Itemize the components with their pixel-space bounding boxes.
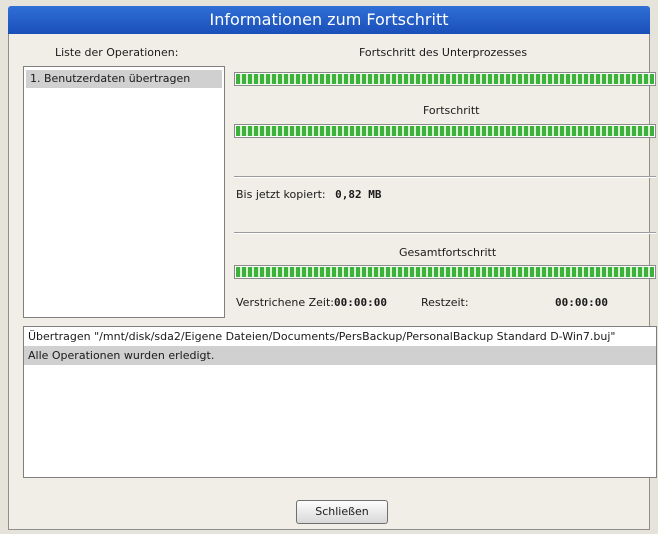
progress-fill	[236, 126, 654, 136]
operation-item[interactable]: 1. Benutzerdaten übertragen	[26, 70, 222, 88]
elapsed-time: Verstrichene Zeit:00:00:00	[236, 296, 387, 309]
remaining-value: 00:00:00	[555, 296, 608, 309]
subprocess-progress-bar	[234, 72, 656, 86]
subprocess-progress-fill	[236, 74, 654, 84]
close-button[interactable]: Schließen	[296, 500, 388, 524]
log-line[interactable]: Übertragen "/mnt/disk/sda2/Eigene Dateie…	[24, 327, 656, 346]
log-list[interactable]: Übertragen "/mnt/disk/sda2/Eigene Dateie…	[23, 326, 657, 478]
elapsed-value: 00:00:00	[334, 296, 387, 309]
copied-value: 0,82 MB	[335, 188, 382, 201]
total-progress-bar	[234, 265, 656, 279]
window-title: Informationen zum Fortschritt	[8, 6, 650, 34]
progress-dialog: Liste der Operationen: 1. Benutzerdaten …	[8, 34, 657, 530]
remaining-label: Restzeit:	[421, 296, 469, 309]
elapsed-label: Verstrichene Zeit:	[236, 296, 334, 309]
operations-list[interactable]: 1. Benutzerdaten übertragen	[23, 66, 225, 318]
progress-bar	[234, 124, 656, 138]
copied-row: Bis jetzt kopiert: 0,82 MB	[236, 188, 381, 201]
separator	[234, 232, 656, 234]
copied-label: Bis jetzt kopiert:	[236, 188, 326, 201]
subprocess-progress-label: Fortschritt des Unterprozesses	[359, 46, 528, 59]
operations-list-label: Liste der Operationen:	[55, 46, 179, 59]
progress-label: Fortschritt	[423, 104, 480, 117]
separator	[234, 176, 656, 178]
total-progress-label: Gesamtfortschritt	[399, 246, 497, 259]
total-progress-fill	[236, 267, 654, 277]
log-line[interactable]: Alle Operationen wurden erledigt.	[24, 346, 656, 365]
